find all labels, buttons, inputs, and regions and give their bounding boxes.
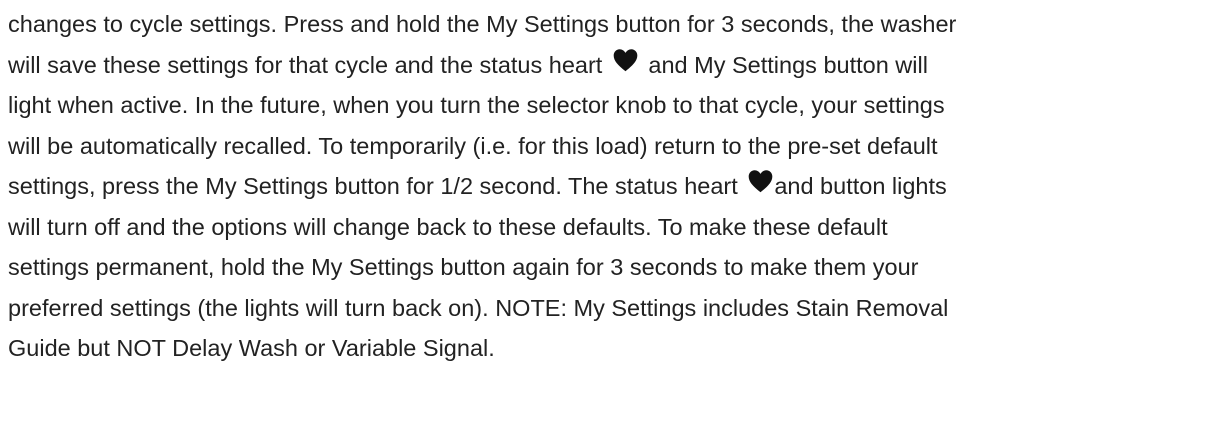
paragraph-line: will be automatically recalled. To tempo…: [8, 132, 938, 159]
paragraph-line: will save these settings for that cycle …: [8, 45, 1200, 86]
paragraph-text: and button lights: [774, 173, 947, 199]
paragraph-text: and My Settings button will: [648, 51, 928, 78]
paragraph-text: will save these settings for that cycle …: [8, 51, 603, 78]
paragraph-line: preferred settings (the lights will turn…: [8, 294, 949, 321]
paragraph-line: light when active. In the future, when y…: [8, 92, 945, 118]
paragraph-text: settings, press the My Settings button f…: [8, 173, 738, 199]
heart-icon: [612, 47, 639, 74]
paragraph-line: settings, press the My Settings button f…: [8, 166, 1200, 207]
paragraph-line: Guide but NOT Delay Wash or Variable Sig…: [8, 335, 495, 361]
heart-icon: [747, 168, 774, 195]
paragraph-line: will turn off and the options will chang…: [8, 213, 888, 240]
instruction-paragraph: changes to cycle settings. Press and hol…: [8, 4, 1200, 369]
paragraph-line: changes to cycle settings. Press and hol…: [8, 11, 957, 37]
paragraph-line: settings permanent, hold the My Settings…: [8, 254, 919, 280]
